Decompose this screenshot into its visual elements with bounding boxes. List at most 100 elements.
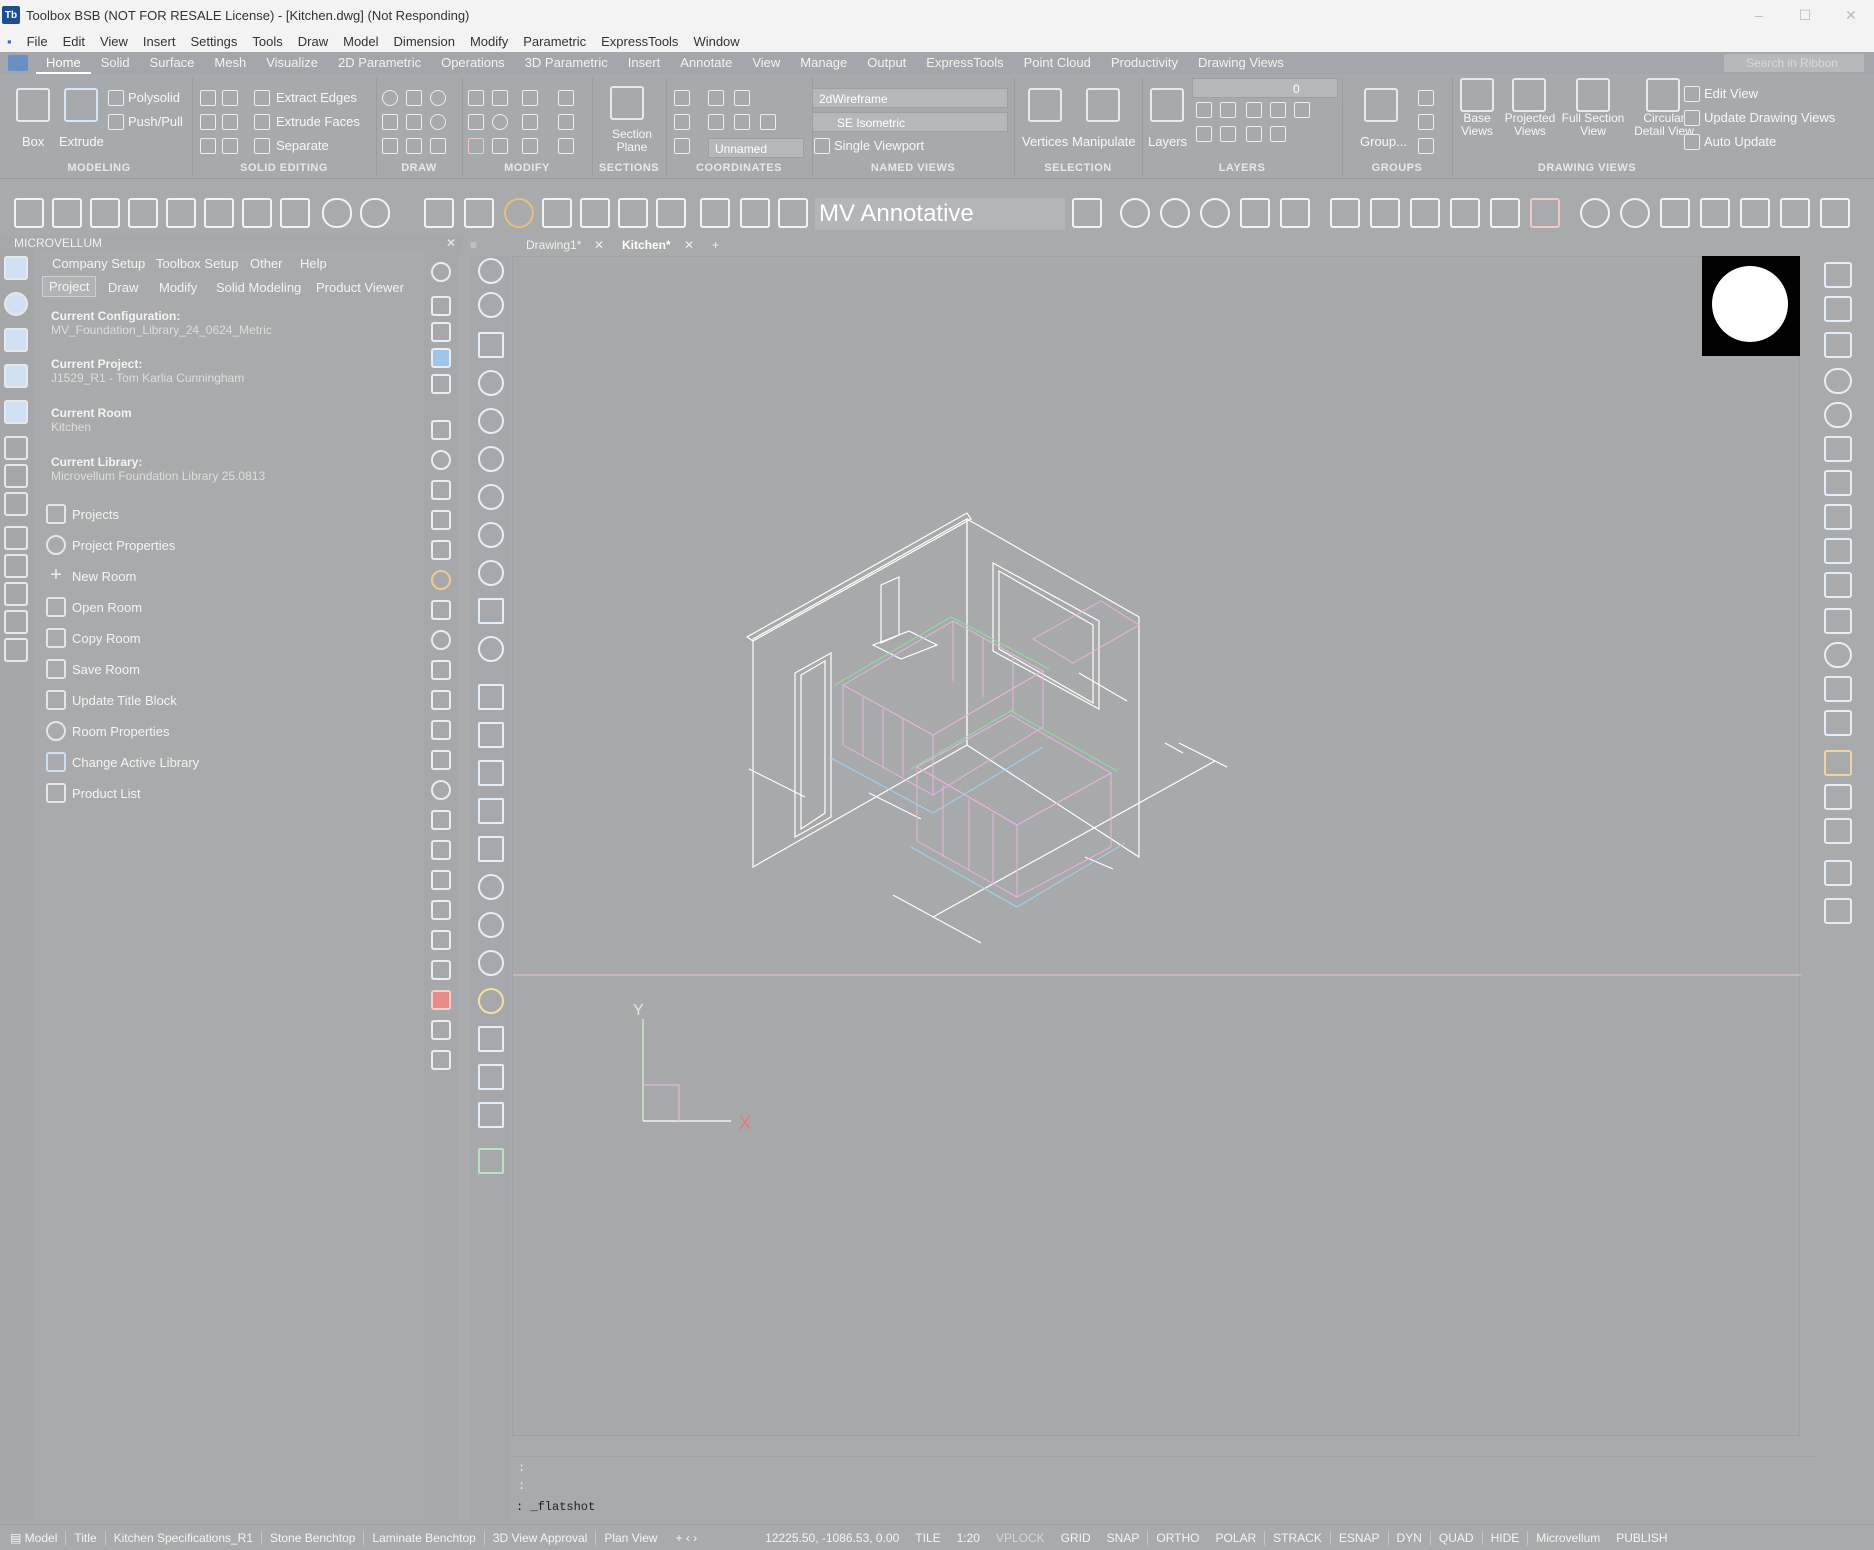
manipulate-icon[interactable]	[1086, 88, 1120, 122]
lengthen-icon[interactable]	[1824, 676, 1852, 702]
offset-3d-icon[interactable]	[1824, 368, 1852, 394]
palette-close-icon[interactable]: ✕	[446, 236, 456, 250]
ribbon-tab-drawing-views[interactable]: Drawing Views	[1188, 52, 1294, 74]
menu-file[interactable]: File	[20, 34, 56, 49]
ribbon-tab-insert[interactable]: Insert	[618, 52, 671, 74]
color-wheel-icon[interactable]	[504, 198, 534, 228]
settings-icon[interactable]	[431, 262, 451, 282]
tab-modify[interactable]: Modify	[159, 280, 197, 295]
rotate-icon[interactable]	[492, 114, 508, 130]
multileader-style-icon[interactable]	[700, 198, 730, 228]
menu-view[interactable]: View	[93, 34, 136, 49]
move-icon[interactable]	[468, 90, 484, 106]
layer-previous-icon[interactable]	[1220, 102, 1236, 118]
section-plane-icon[interactable]	[610, 86, 644, 120]
ucs-view-icon[interactable]	[1824, 818, 1852, 844]
vertices-icon[interactable]	[1028, 88, 1062, 122]
layout-tab-laminate-benchtop[interactable]: Laminate Benchtop	[363, 1530, 483, 1545]
base-views-button[interactable]: Base Views	[1456, 112, 1498, 138]
cloud-tool-icon[interactable]	[478, 636, 504, 662]
action-project-properties[interactable]: Project Properties	[46, 530, 416, 560]
ribbon-tab-mesh[interactable]: Mesh	[204, 52, 256, 74]
toggle-dyn[interactable]: DYN	[1387, 1530, 1430, 1545]
cube-front-icon[interactable]	[1370, 198, 1400, 228]
extend-icon[interactable]	[1824, 572, 1852, 598]
match-properties-icon[interactable]	[464, 198, 494, 228]
camera-icon[interactable]	[4, 364, 28, 388]
phone-icon[interactable]	[431, 1020, 451, 1040]
menu-draw[interactable]: Draw	[291, 34, 336, 49]
doc-tab-kitchen[interactable]: Kitchen*	[622, 238, 671, 252]
tab-product-viewer[interactable]: Product Viewer	[316, 280, 404, 295]
fillet-3d-icon[interactable]	[1824, 332, 1852, 358]
rotate-3d-icon[interactable]	[1824, 402, 1852, 428]
command-input[interactable]: : _flatshot	[516, 1500, 1816, 1518]
paint-icon[interactable]	[431, 690, 451, 710]
measure-icon[interactable]	[4, 554, 28, 578]
undo-icon[interactable]	[322, 198, 352, 228]
ribbon-tab-home[interactable]: Home	[36, 52, 91, 74]
layer-thaw-icon[interactable]	[1270, 126, 1286, 142]
annotation-scale[interactable]: 1:20	[949, 1531, 988, 1545]
tab-draw[interactable]: Draw	[108, 280, 138, 295]
eye-icon[interactable]	[431, 780, 451, 800]
open-icon[interactable]	[52, 198, 82, 228]
text-style-icon[interactable]	[580, 198, 610, 228]
rectangle-icon[interactable]	[406, 138, 422, 154]
fillet-icon[interactable]	[406, 90, 422, 106]
fillet-edge-icon[interactable]	[522, 138, 538, 154]
cube-top-icon[interactable]	[1330, 198, 1360, 228]
plot-icon[interactable]	[242, 198, 272, 228]
copy-doc-icon[interactable]	[431, 510, 451, 530]
print-icon[interactable]	[166, 198, 196, 228]
slice-icon[interactable]	[222, 114, 238, 130]
polyline-tool-icon[interactable]	[478, 484, 504, 510]
base-views-icon[interactable]	[1460, 78, 1494, 112]
toggle-esnap[interactable]: ESNAP	[1329, 1530, 1388, 1545]
ucs-select[interactable]: Unnamed	[708, 138, 804, 158]
linetype-icon[interactable]	[542, 198, 572, 228]
ucs-world-icon[interactable]	[708, 90, 724, 106]
tab-other[interactable]: Other	[250, 256, 283, 271]
named-ucs-icon[interactable]	[1824, 860, 1852, 886]
action-room-properties[interactable]: Room Properties	[46, 716, 416, 746]
toggle-polar[interactable]: POLAR	[1207, 1531, 1264, 1545]
projected-views-button[interactable]: Projected Views	[1504, 112, 1556, 138]
explode-icon[interactable]	[492, 138, 508, 154]
pushpull-button[interactable]: Push/Pull	[128, 114, 183, 129]
separate-button[interactable]: Separate	[276, 138, 329, 153]
offset-icon[interactable]	[558, 114, 574, 130]
dim-style-icon[interactable]	[618, 198, 648, 228]
numbers-icon[interactable]	[431, 810, 451, 830]
group-icon[interactable]	[1364, 88, 1398, 122]
cube-iso-icon[interactable]	[1490, 198, 1520, 228]
ribbon-search-input[interactable]: Search in Ribbon	[1724, 54, 1864, 72]
doc-tab-close-icon[interactable]: ✕	[684, 238, 694, 252]
toggle-vplock[interactable]: VPLOCK	[988, 1531, 1053, 1545]
layer-isolate-icon[interactable]	[1246, 102, 1262, 118]
refresh-icon[interactable]	[431, 630, 451, 650]
arrow-ne-icon[interactable]	[1820, 198, 1850, 228]
array-3d-icon[interactable]	[1824, 504, 1852, 530]
p-badge-icon[interactable]	[431, 348, 451, 368]
arrow-down-icon[interactable]	[1700, 198, 1730, 228]
target-icon[interactable]	[1620, 198, 1650, 228]
vertices-button[interactable]: Vertices	[1022, 134, 1068, 149]
join-icon[interactable]	[1824, 642, 1852, 668]
layout-tab-model[interactable]: ▤ Model	[0, 1531, 65, 1545]
document-menu-icon[interactable]: ≡	[470, 238, 477, 252]
viewport-button[interactable]: Single Viewport	[834, 138, 924, 153]
manipulate-button[interactable]: Manipulate	[1072, 134, 1136, 149]
menu-settings[interactable]: Settings	[183, 34, 245, 49]
quick-dim-icon[interactable]	[478, 988, 504, 1014]
text-tool-icon[interactable]	[478, 1064, 504, 1090]
circle-icon[interactable]	[430, 114, 446, 130]
action-open-room[interactable]: Open Room	[46, 592, 416, 622]
orbit-icon[interactable]	[1580, 198, 1610, 228]
subtract-icon[interactable]	[222, 90, 238, 106]
dim-scale-icon[interactable]	[740, 198, 770, 228]
group-button[interactable]: Group...	[1360, 134, 1407, 149]
scale-icon[interactable]	[468, 114, 484, 130]
visual-style-select[interactable]: 2dWireframe	[812, 88, 1008, 108]
stack-icon[interactable]	[431, 930, 451, 950]
